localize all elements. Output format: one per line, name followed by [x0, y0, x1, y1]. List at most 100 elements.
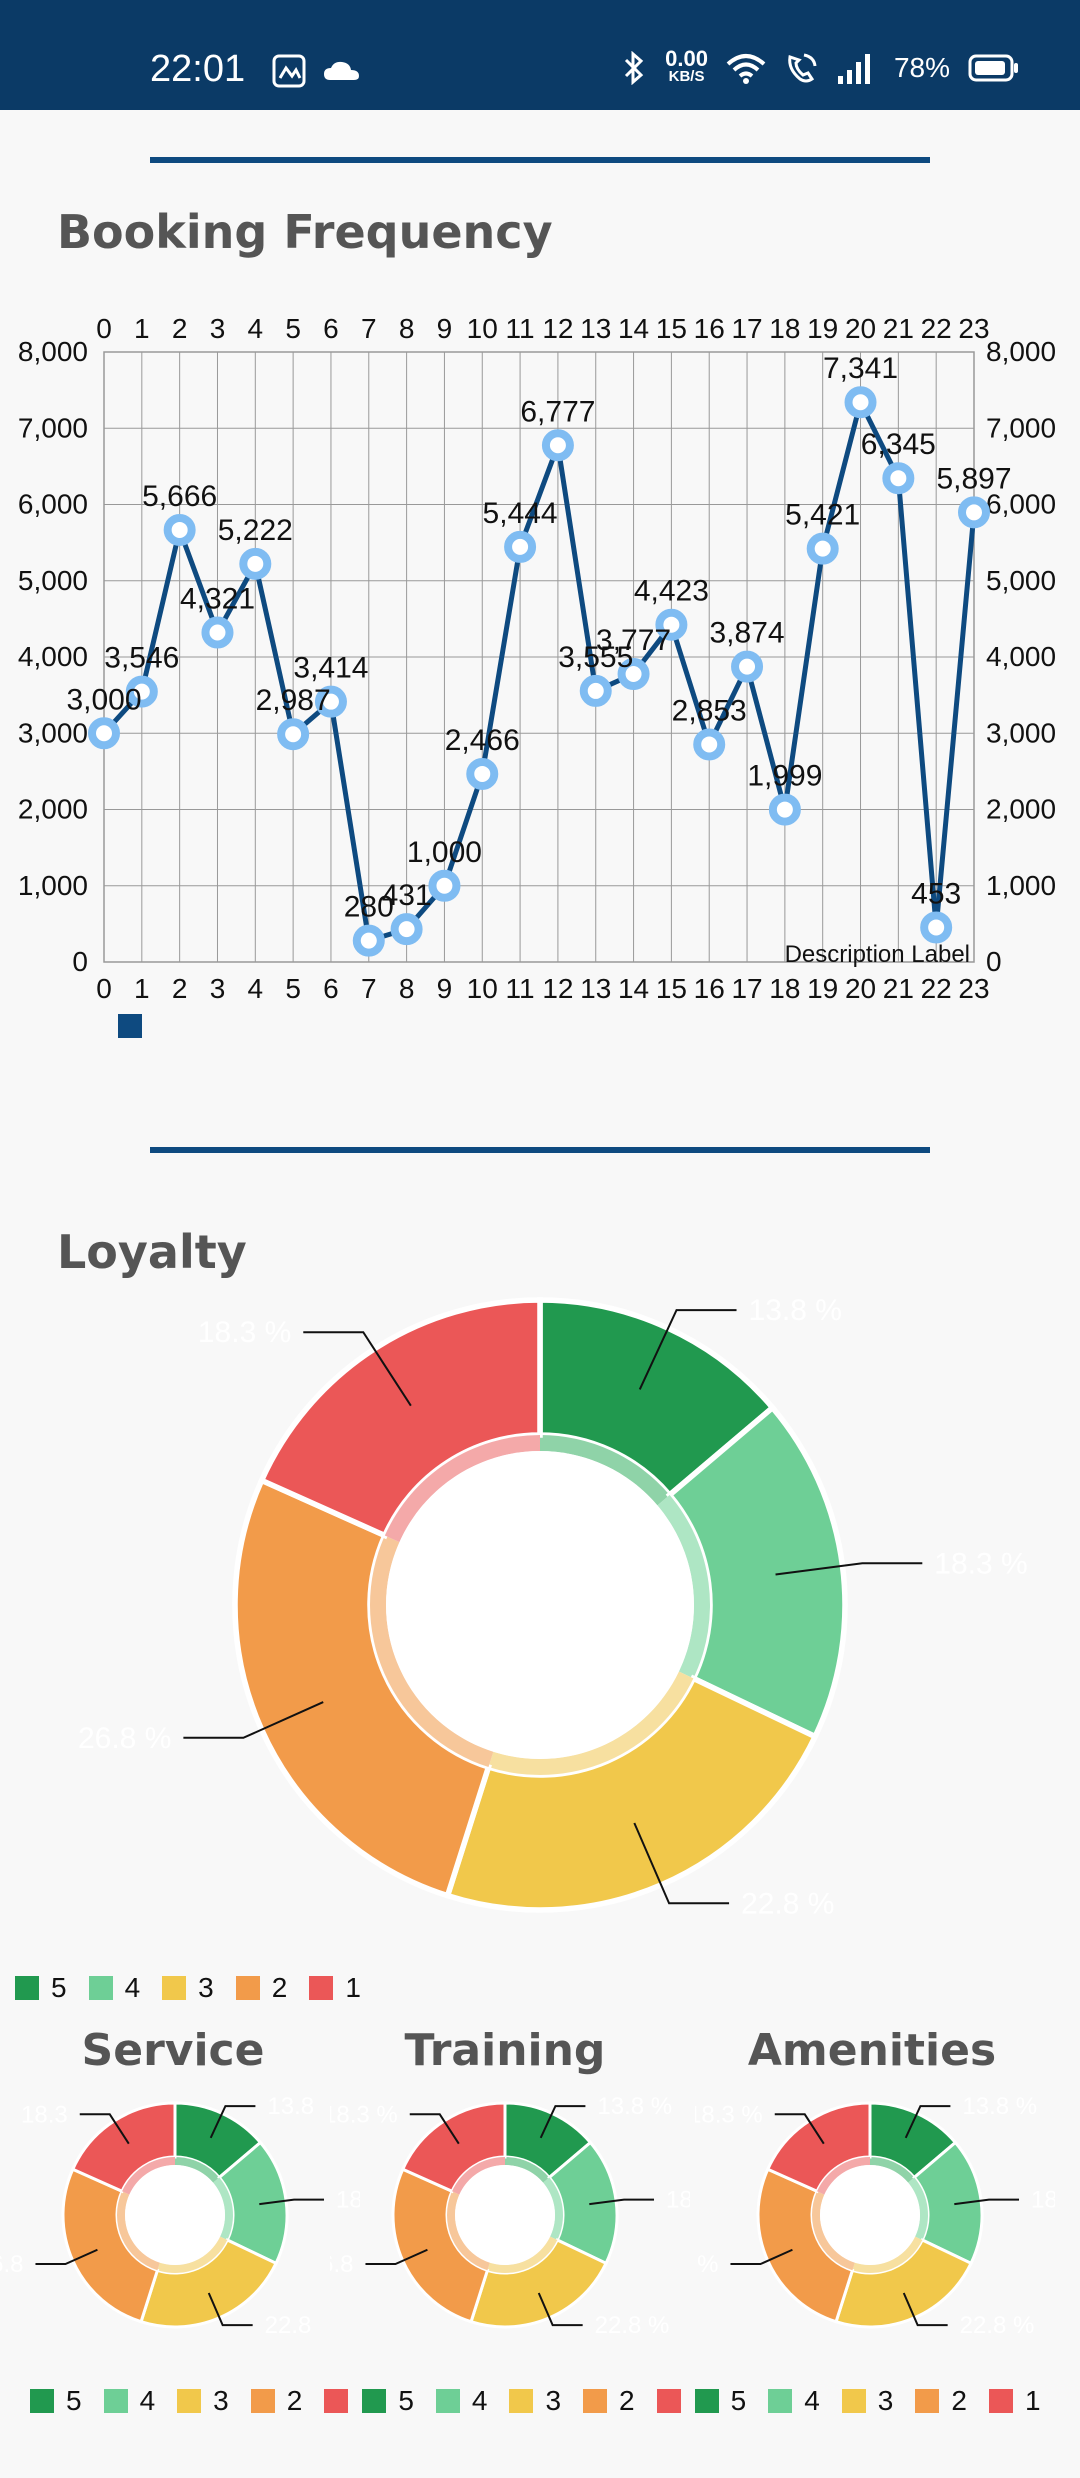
- x-tick-label-bottom: 0: [96, 973, 112, 1004]
- legend-item-2: 2: [235, 1972, 287, 2004]
- y-tick-label-right: 0: [986, 946, 1002, 977]
- data-label: 4,321: [180, 583, 255, 616]
- legend-item-1: 1: [988, 2385, 1041, 2417]
- data-point: [88, 717, 120, 750]
- data-point: [201, 616, 234, 649]
- x-tick-label-bottom: 1: [134, 973, 150, 1004]
- section-divider: [150, 1147, 930, 1153]
- legend-swatch: [362, 2389, 387, 2413]
- x-tick-label-bottom: 14: [618, 973, 649, 1004]
- x-tick-label-top: 23: [958, 313, 989, 344]
- loyalty-donut-chart: 13.8 % 18.3 % 22.8 % 26.8 % 18.3 %: [78, 1294, 1028, 1920]
- data-label: 1,999: [747, 760, 822, 793]
- x-tick-label-top: 9: [437, 313, 453, 344]
- legend-swatch: [509, 2389, 534, 2413]
- slice-value-label: 26.8 %: [78, 1722, 171, 1755]
- chart-series-line: [102, 399, 977, 944]
- legend-swatch: [88, 1976, 113, 2000]
- x-tick-label-top: 2: [172, 313, 188, 344]
- x-tick-label-bottom: 20: [845, 973, 876, 1004]
- booking-frequency-chart: 0011223344556677889910101111121213131414…: [18, 313, 1056, 1004]
- legend-item-3: 3: [162, 1972, 214, 2004]
- data-label: 2,466: [445, 724, 520, 757]
- x-tick-label-bottom: 16: [694, 973, 725, 1004]
- legend-label: 5: [66, 2385, 82, 2416]
- legend-label: 4: [804, 2385, 820, 2416]
- y-tick-label-right: 2,000: [986, 794, 1056, 825]
- x-tick-label-top: 22: [921, 313, 952, 344]
- slice-value-label: 18.3 %: [198, 1316, 291, 1349]
- legend-swatch: [103, 2389, 128, 2413]
- chart-points: [88, 386, 990, 957]
- legend-swatch: [235, 1976, 260, 2000]
- data-label: 3,777: [596, 624, 671, 657]
- legend-swatch: [250, 2389, 275, 2413]
- status-bar: 22:01 0.00 KB/S 78%: [0, 0, 1080, 110]
- legend-item-2: 2: [583, 2385, 635, 2417]
- donut-hole: [820, 2165, 920, 2265]
- legend-label: 1: [345, 1972, 361, 2003]
- legend-item-3: 3: [509, 2385, 561, 2417]
- x-tick-label-bottom: 21: [883, 973, 914, 1004]
- x-tick-label-bottom: 12: [542, 973, 573, 1004]
- legend-swatch: [915, 2389, 940, 2413]
- data-point: [844, 386, 877, 419]
- chart-grid: [103, 351, 975, 963]
- x-tick-label-top: 15: [656, 313, 687, 344]
- x-tick-label-top: 20: [845, 313, 876, 344]
- y-tick-label-right: 8,000: [986, 336, 1056, 367]
- net-speed: 0.00 KB/S: [665, 48, 708, 86]
- y-tick-label-right: 5,000: [986, 565, 1056, 596]
- gallery-icon: [272, 54, 306, 88]
- data-point: [466, 757, 499, 790]
- data-label: 5,421: [785, 499, 860, 532]
- data-label: 3,874: [710, 617, 785, 650]
- legend-swatch: [162, 1976, 187, 2000]
- data-label: 4,423: [634, 575, 709, 608]
- legend-swatch: [583, 2389, 608, 2413]
- slice-value-label: 22.8 %: [960, 2312, 1035, 2339]
- slice-value-label: 26.8: [330, 2251, 353, 2278]
- x-tick-label-bottom: 2: [172, 973, 188, 1004]
- data-label: 3,546: [104, 642, 179, 675]
- section-divider: [150, 157, 930, 163]
- data-label: 5,666: [142, 480, 217, 513]
- data-label: 431: [382, 879, 432, 912]
- legend-label: 1: [1024, 2385, 1041, 2416]
- legend-swatch: [768, 2389, 793, 2413]
- data-point: [768, 793, 801, 826]
- data-point: [163, 513, 196, 546]
- legend-item-4: 4: [88, 1972, 140, 2004]
- legend-item-1: [656, 2389, 681, 2413]
- legend-item-2: 2: [250, 2385, 302, 2417]
- slice-value-label: 18.3: [1031, 2187, 1055, 2214]
- slice-value-label: 13.8 %: [597, 2093, 672, 2120]
- data-point: [731, 650, 764, 683]
- legend-item-4: 4: [103, 2385, 155, 2417]
- data-label: 5,444: [483, 497, 558, 530]
- data-point: [958, 496, 990, 529]
- bluetooth-icon: [625, 51, 644, 85]
- data-label: 2,987: [256, 684, 331, 717]
- data-label: 3,414: [293, 652, 368, 685]
- x-tick-label-top: 0: [96, 313, 112, 344]
- x-tick-label-top: 1: [134, 313, 150, 344]
- booking-frequency-title: Booking Frequency: [57, 205, 553, 259]
- x-tick-label-top: 8: [399, 313, 415, 344]
- x-tick-label-top: 4: [248, 313, 264, 344]
- x-tick-label-top: 7: [361, 313, 377, 344]
- data-label: 453: [911, 877, 961, 910]
- data-point: [504, 530, 537, 563]
- legend-swatch: [656, 2389, 681, 2413]
- y-tick-label-left: 7,000: [18, 412, 88, 443]
- x-tick-label-bottom: 19: [807, 973, 838, 1004]
- x-tick-label-top: 13: [580, 313, 611, 344]
- legend-swatch: [15, 1976, 39, 2000]
- loyalty-legend: 5 4 3 2 1: [15, 1972, 383, 2004]
- donut-hole: [386, 1451, 694, 1759]
- legend-item-5: 5: [30, 2385, 82, 2417]
- chart-legend-swatch: [118, 1014, 142, 1038]
- data-label: 3,000: [66, 683, 141, 716]
- slice-value-label: 18.3 %: [934, 1547, 1027, 1580]
- x-tick-label-top: 6: [323, 313, 339, 344]
